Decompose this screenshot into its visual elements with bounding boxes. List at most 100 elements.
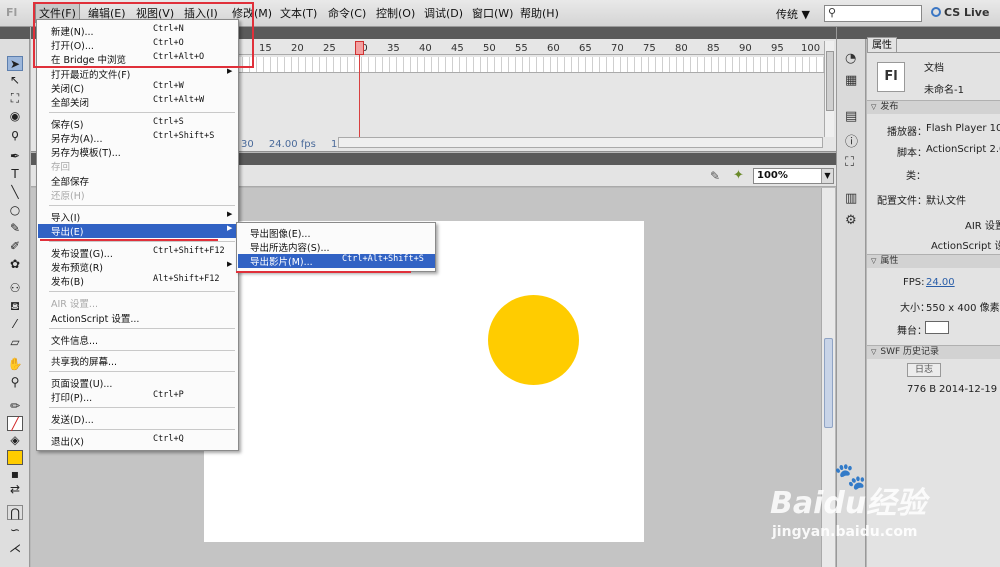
- menu-window[interactable]: 窗口(W): [472, 5, 513, 21]
- swf-date: 2014-12-19: [939, 384, 998, 395]
- oval-tool-icon[interactable]: ○: [7, 203, 23, 218]
- menu-separator: [49, 291, 235, 292]
- align-panel-icon[interactable]: ▤: [845, 109, 857, 124]
- frame-number: 100: [801, 43, 821, 54]
- paint-bucket-tool-icon[interactable]: ⛾: [7, 299, 23, 314]
- tools-panel-header: [0, 27, 30, 39]
- menu-item-import[interactable]: 导入(I) ▶: [38, 210, 238, 224]
- timeline-horizontal-scrollbar[interactable]: [338, 137, 823, 148]
- subselection-tool-icon[interactable]: ↖: [7, 73, 23, 88]
- fill-color-icon[interactable]: ◈: [7, 433, 23, 448]
- menu-item-print[interactable]: 打印(P)... Ctrl+P: [38, 390, 238, 404]
- frame-ruler[interactable]: 15 20 25 30 35 40 45 50 55 60 65 70 75 8…: [236, 41, 826, 55]
- eyedropper-tool-icon[interactable]: ⁄: [7, 317, 23, 332]
- info-panel-icon[interactable]: ⓘ: [845, 131, 858, 150]
- menu-item-save[interactable]: 保存(S) Ctrl+S: [38, 117, 238, 131]
- menu-item-close[interactable]: 关闭(C) Ctrl+W: [38, 81, 238, 95]
- chevron-down-icon[interactable]: ▼: [821, 169, 833, 183]
- swatches-panel-icon[interactable]: ▦: [845, 73, 857, 88]
- selection-tool-icon[interactable]: ➤: [7, 56, 23, 71]
- fill-color-swatch[interactable]: [7, 450, 23, 465]
- log-button[interactable]: 日志: [907, 363, 941, 377]
- menu-item-exit[interactable]: 退出(X) Ctrl+Q: [38, 434, 238, 448]
- library-panel-icon[interactable]: ▥: [845, 191, 857, 206]
- brush-tool-icon[interactable]: ✐: [7, 239, 23, 254]
- lasso-tool-icon[interactable]: ϙ: [7, 127, 23, 142]
- menu-separator: [49, 350, 235, 351]
- edit-scene-icon[interactable]: ✦: [733, 168, 744, 183]
- eraser-tool-icon[interactable]: ▱: [7, 335, 23, 350]
- menu-item-export-selection[interactable]: 导出所选内容(S)...: [238, 240, 435, 254]
- scrollbar-thumb[interactable]: [824, 338, 833, 428]
- script-label: 脚本：: [897, 148, 927, 159]
- air-settings-button[interactable]: AIR 设置: [965, 217, 1000, 232]
- timeline-vertical-scrollbar[interactable]: [824, 41, 834, 137]
- menu-item-save-as-template[interactable]: 另存为模板(T)...: [38, 145, 238, 159]
- menu-item-air-settings: AIR 设置...: [51, 299, 98, 310]
- menu-debug[interactable]: 调试(D): [424, 5, 463, 21]
- menu-separator: [49, 241, 235, 242]
- section-swf-history[interactable]: ▽ SWF 历史记录: [867, 345, 1000, 359]
- menu-item-publish-settings[interactable]: 发布设置(G)... Ctrl+Shift+F12: [38, 246, 238, 260]
- swap-colors-icon[interactable]: ⇄: [7, 482, 23, 497]
- menu-item-open-recent[interactable]: 打开最近的文件(F) ▶: [38, 67, 238, 81]
- layer-frames-row[interactable]: [236, 57, 826, 73]
- menu-help[interactable]: 帮助(H): [520, 5, 559, 21]
- stroke-color-icon[interactable]: ✏: [7, 399, 23, 414]
- cs-live-button[interactable]: CS Live: [931, 6, 989, 19]
- motion-presets-icon[interactable]: ⚙: [845, 213, 857, 228]
- color-panel-icon[interactable]: ◔: [845, 51, 856, 66]
- transform-panel-icon[interactable]: ⛶: [845, 155, 854, 170]
- 3d-rotation-tool-icon[interactable]: ◉: [7, 109, 23, 124]
- menu-item-export-movie[interactable]: 导出影片(M)... Ctrl+Alt+Shift+S: [238, 254, 435, 268]
- menu-control[interactable]: 控制(O): [376, 5, 415, 21]
- scrollbar-thumb[interactable]: [826, 51, 834, 111]
- snap-to-objects-icon[interactable]: ⋂: [7, 505, 23, 520]
- size-value: 550 x 400 像素: [926, 303, 1000, 314]
- menu-item-send[interactable]: 发送(D)...: [38, 412, 238, 426]
- menu-item-publish[interactable]: 发布(B) Alt+Shift+F12: [38, 274, 238, 288]
- edit-symbols-icon[interactable]: ✎: [710, 169, 720, 183]
- help-search-input[interactable]: ⚲: [824, 5, 922, 22]
- actionscript-settings-button[interactable]: ActionScript 设置: [931, 237, 1000, 252]
- menu-item-export-image[interactable]: 导出图像(E)...: [238, 226, 435, 240]
- menu-item-file-info[interactable]: 文件信息...: [38, 333, 238, 347]
- document-name: 未命名-1: [924, 85, 964, 96]
- menu-item-save-all[interactable]: 全部保存: [38, 174, 238, 188]
- straighten-icon[interactable]: ⋌: [7, 541, 23, 556]
- text-tool-icon[interactable]: T: [7, 167, 23, 182]
- hand-tool-icon[interactable]: ✋: [7, 357, 23, 372]
- line-tool-icon[interactable]: ╲: [7, 185, 23, 200]
- deco-tool-icon[interactable]: ✿: [7, 257, 23, 272]
- bone-tool-icon[interactable]: ⚇: [7, 281, 23, 296]
- menu-item-check-in: 存回: [51, 162, 71, 173]
- free-transform-tool-icon[interactable]: ⛶: [7, 91, 23, 106]
- frame-number: 75: [643, 43, 656, 54]
- menu-separator: [49, 429, 235, 430]
- zoom-select[interactable]: 100% ▼: [753, 168, 834, 184]
- menu-item-save-as[interactable]: 另存为(A)... Ctrl+Shift+S: [38, 131, 238, 145]
- workspace-switcher[interactable]: 传统 ▼: [776, 6, 810, 22]
- menu-item-page-setup[interactable]: 页面设置(U)...: [38, 376, 238, 390]
- pencil-tool-icon[interactable]: ✎: [7, 221, 23, 236]
- section-publish[interactable]: ▽ 发布: [867, 100, 1000, 114]
- pen-tool-icon[interactable]: ✒: [7, 149, 23, 164]
- stage-color-swatch[interactable]: [925, 321, 949, 334]
- stroke-color-swatch[interactable]: ╱: [7, 416, 23, 431]
- zoom-tool-icon[interactable]: ⚲: [7, 375, 23, 390]
- yellow-circle-shape[interactable]: [488, 295, 579, 385]
- black-white-icon[interactable]: ▪: [7, 467, 23, 482]
- menu-commands[interactable]: 命令(C): [328, 5, 366, 21]
- smooth-icon[interactable]: ∽: [7, 523, 23, 538]
- menu-item-actionscript-settings[interactable]: ActionScript 设置...: [38, 311, 238, 325]
- playhead[interactable]: [355, 41, 364, 55]
- tab-properties[interactable]: 属性: [867, 37, 897, 53]
- frame-number: 55: [515, 43, 528, 54]
- menu-item-export[interactable]: 导出(E) ▶: [38, 224, 238, 238]
- fps-value[interactable]: 24.00: [926, 277, 955, 288]
- menu-item-close-all[interactable]: 全部关闭 Ctrl+Alt+W: [38, 95, 238, 109]
- menu-text[interactable]: 文本(T): [280, 5, 317, 21]
- menu-item-share-screen[interactable]: 共享我的屏幕...: [38, 354, 238, 368]
- section-properties[interactable]: ▽ 属性: [867, 254, 1000, 268]
- menu-item-publish-preview[interactable]: 发布预览(R) ▶: [38, 260, 238, 274]
